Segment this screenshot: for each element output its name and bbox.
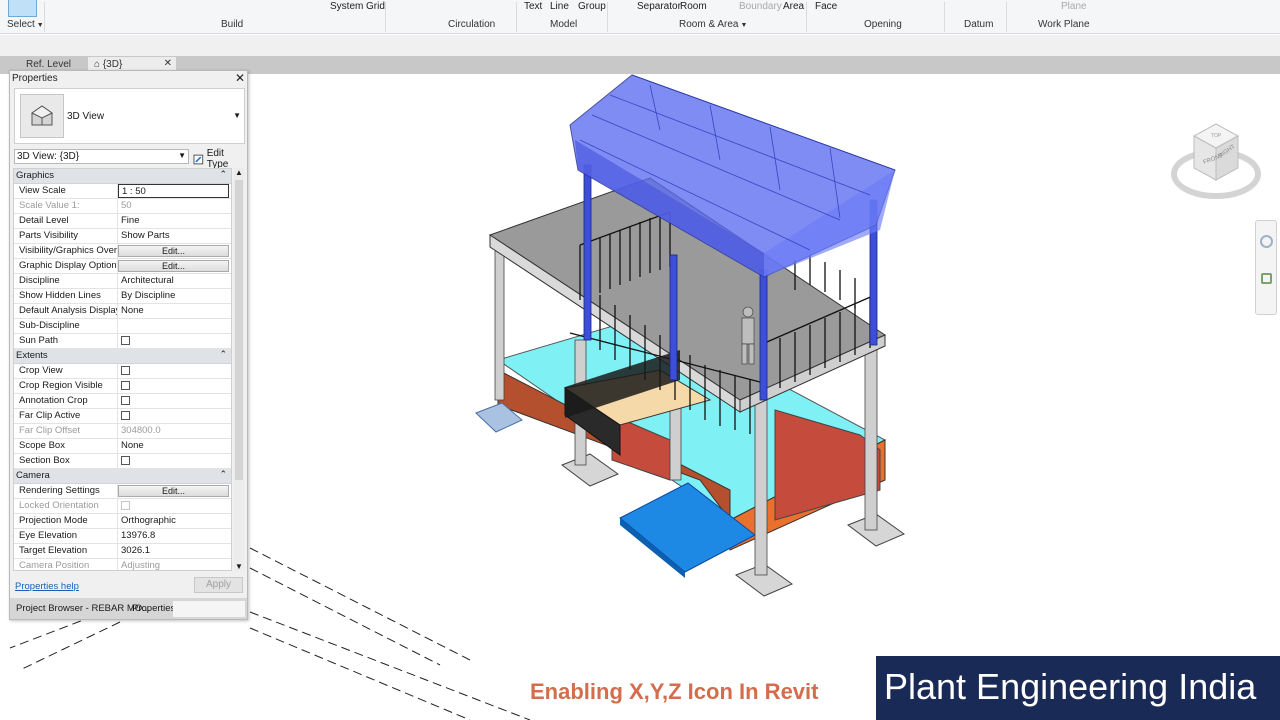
viewcube[interactable]: FRONT RIGHT TOP [1170,118,1262,208]
row-discipline[interactable]: Discipline Architectural [14,274,231,289]
type-selector[interactable]: 3D View ▼ [14,88,245,144]
apply-button[interactable]: Apply [194,577,243,593]
group-graphics[interactable]: Graphics ⌃ [14,169,231,184]
chevron-down-icon: ▼ [178,151,186,160]
collapse-icon: ⌃ [219,169,227,179]
row-sun-path[interactable]: Sun Path [14,334,231,349]
row-locked-orientation: Locked Orientation [14,499,231,514]
model-group-button[interactable]: Group [578,1,606,12]
locked-orientation-checkbox [121,501,130,510]
chevron-down-icon[interactable]: ▼ [233,111,241,120]
row-parts-visibility[interactable]: Parts Visibility Show Parts [14,229,231,244]
row-projection-mode[interactable]: Projection Mode Orthographic [14,514,231,529]
crop-view-checkbox[interactable] [121,366,130,375]
house-icon: ⌂ [94,59,101,70]
plane-button[interactable]: Plane [1061,1,1087,12]
row-camera-position: Camera Position Adjusting [14,559,231,570]
select-button-highlight[interactable] [8,0,37,17]
instance-filter-dropdown[interactable]: 3D View: {3D} ▼ [14,149,189,164]
vg-overrides-edit-button[interactable]: Edit... [118,245,229,257]
face-button[interactable]: Face [815,1,837,12]
row-scale-value: Scale Value 1: 50 [14,199,231,214]
zoom-icon[interactable] [1261,273,1272,284]
row-graphic-display-options[interactable]: Graphic Display Options Edit... [14,259,231,274]
close-tab-icon[interactable]: ✕ [164,58,172,69]
group-camera[interactable]: Camera ⌃ [14,469,231,484]
properties-title: Properties [12,73,58,84]
row-sub-discipline[interactable]: Sub-Discipline [14,319,231,334]
row-view-scale[interactable]: View Scale 1 : 50 [14,184,231,199]
properties-scrollbar[interactable]: ▲ ▼ [234,168,244,571]
properties-grid: Graphics ⌃ View Scale 1 : 50 Scale Value 1… [13,168,232,571]
row-rendering-settings[interactable]: Rendering Settings Edit... [14,484,231,499]
brand-banner: Plant Engineering India [876,656,1280,720]
area-button[interactable]: Area [783,1,804,12]
far-clip-active-checkbox[interactable] [121,411,130,420]
group-extents[interactable]: Extents ⌃ [14,349,231,364]
row-scope-box[interactable]: Scope Box None [14,439,231,454]
steering-wheel-icon[interactable] [1260,235,1273,248]
boundary-button[interactable]: Boundary [739,1,782,12]
ribbon: Select ▼ System Grid Build Circulation Te… [0,0,1280,34]
viewcube-top-label: TOP [1211,133,1222,139]
edit-type-icon [193,154,204,164]
3d-view-house-icon [20,94,64,138]
panel-opening: Opening [864,19,902,30]
row-eye-elevation[interactable]: Eye Elevation 13976.8 [14,529,231,544]
panel-model: Model [550,19,578,30]
select-dropdown[interactable]: Select ▼ [7,19,44,30]
model-line-button[interactable]: Line [550,1,569,12]
row-vg-overrides[interactable]: Visibility/Graphics OverridesEdit... [14,244,231,259]
system-button[interactable]: System [330,1,363,12]
row-section-box[interactable]: Section Box [14,454,231,469]
properties-palette: Properties ✕ 3D View ▼ 3D View: {3D} ▼ E… [9,70,248,620]
navigation-bar[interactable] [1255,220,1277,315]
scrollbar-thumb[interactable] [235,180,243,480]
3d-building-model[interactable] [240,70,940,720]
options-bar [0,35,1280,56]
scroll-down-icon: ▼ [235,562,243,571]
row-far-clip-active[interactable]: Far Clip Active [14,409,231,424]
annotation-crop-checkbox[interactable] [121,396,130,405]
close-icon[interactable]: ✕ [235,71,245,85]
graphic-display-edit-button[interactable]: Edit... [118,260,229,272]
grid-button[interactable]: Grid [366,1,385,12]
section-box-checkbox[interactable] [121,456,130,465]
row-annotation-crop[interactable]: Annotation Crop [14,394,231,409]
row-far-clip-offset: Far Clip Offset 304800.0 [14,424,231,439]
panel-room-area[interactable]: Room & Area ▼ [679,19,747,30]
crop-region-visible-checkbox[interactable] [121,381,130,390]
tab-blank [173,601,245,617]
panel-work-plane: Work Plane [1038,19,1090,30]
palette-bottom-tabs: Project Browser - REBAR MO... Properties [10,598,247,619]
type-name: 3D View [67,111,105,122]
panel-datum: Datum [964,19,994,30]
collapse-icon: ⌃ [219,349,227,359]
collapse-icon: ⌃ [219,469,227,479]
video-caption: Enabling X,Y,Z Icon In Revit [530,679,819,704]
row-show-hidden-lines[interactable]: Show Hidden Lines By Discipline [14,289,231,304]
rendering-settings-edit-button[interactable]: Edit... [118,485,229,497]
tab-project-browser[interactable]: Project Browser - REBAR MO... [12,601,150,617]
panel-circulation: Circulation [448,19,496,30]
revit-window: { "ribbon": { "buttons": { "select": "Se… [0,0,1280,720]
sun-path-checkbox[interactable] [121,336,130,345]
row-crop-view[interactable]: Crop View [14,364,231,379]
panel-build: Build [221,19,244,30]
properties-help-link[interactable]: Properties help [15,581,79,592]
scroll-up-icon: ▲ [235,168,243,177]
row-target-elevation[interactable]: Target Elevation 3026.1 [14,544,231,559]
room-separator-button[interactable]: Separator [637,1,681,12]
model-text-button[interactable]: Text [524,1,542,12]
row-default-analysis[interactable]: Default Analysis Display St...None [14,304,231,319]
room-button[interactable]: Room [680,1,707,12]
view-scale-input[interactable]: 1 : 50 [118,184,229,198]
edit-type-button[interactable]: Edit Type [193,148,247,170]
row-crop-region-visible[interactable]: Crop Region Visible [14,379,231,394]
tab-properties[interactable]: Properties [128,601,179,617]
row-detail-level[interactable]: Detail Level Fine [14,214,231,229]
